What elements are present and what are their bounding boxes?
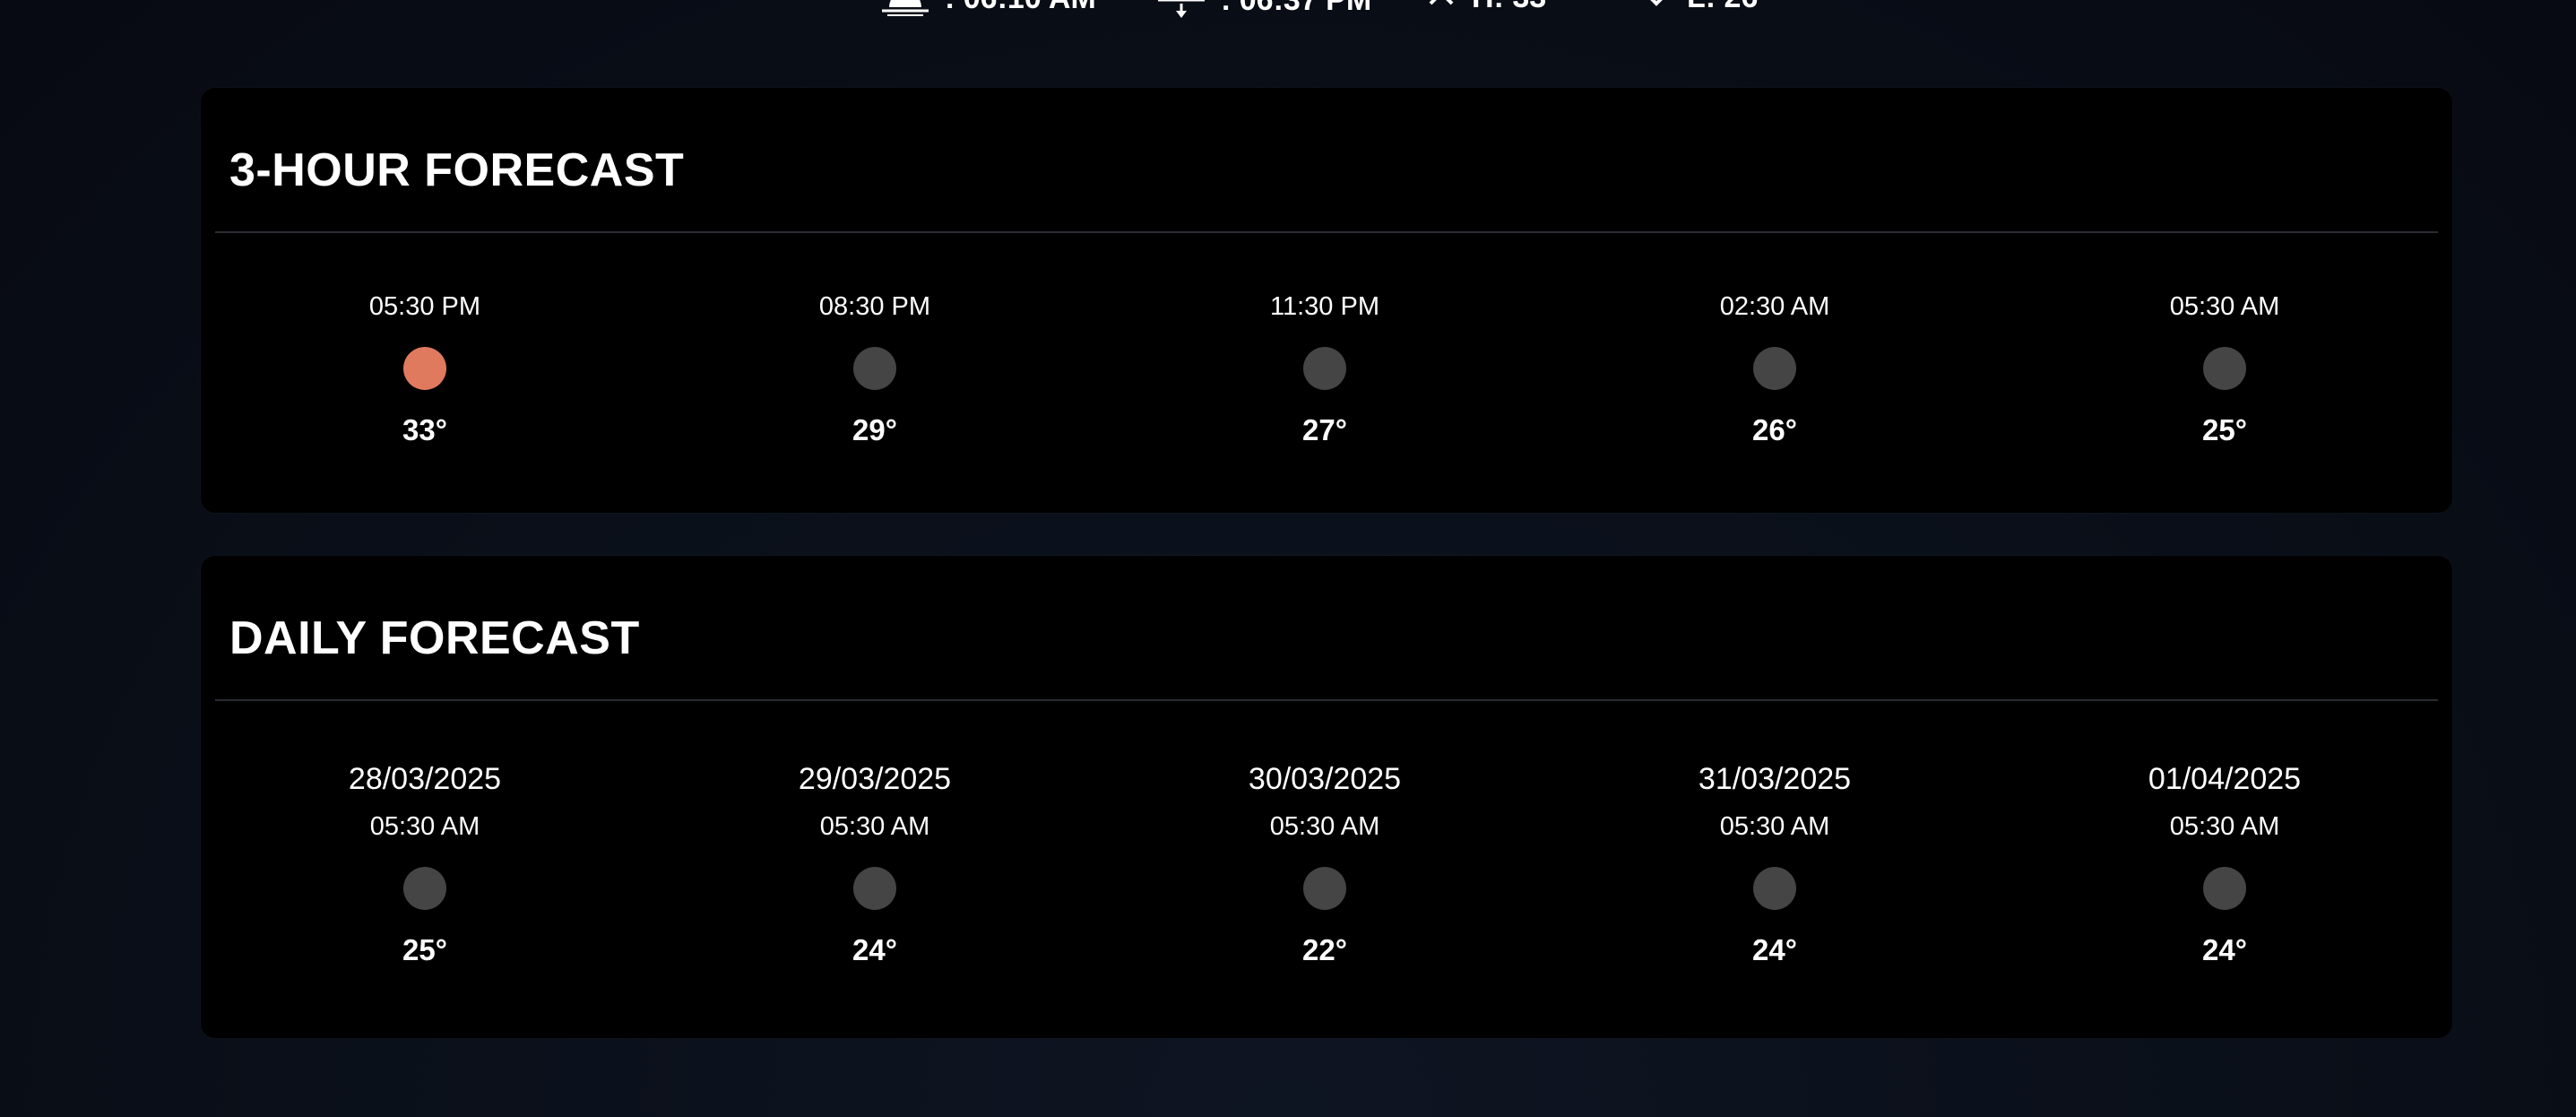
- forecast-temp: 25°: [2202, 413, 2247, 446]
- hourly-forecast-card: 3-HOUR FORECAST 05:30 PM 33° 08:30 PM 29…: [201, 88, 2452, 513]
- forecast-time: 05:30 PM: [368, 292, 481, 321]
- forecast-temp: 24°: [852, 933, 897, 966]
- forecast-date: 31/03/2025: [1698, 762, 1852, 796]
- forecast-date: 01/04/2025: [2148, 762, 2302, 796]
- hourly-forecast-item: 02:30 AM 26°: [1640, 292, 1909, 446]
- forecast-time: 02:30 AM: [1719, 292, 1830, 321]
- forecast-time: 05:30 AM: [1719, 812, 1830, 841]
- daily-forecast-item: 29/03/2025 05:30 AM 24°: [740, 764, 1009, 965]
- hourly-forecast-list: 05:30 PM 33° 08:30 PM 29° 11:30 PM 27° 0…: [201, 88, 2452, 513]
- high-temp: H: 33°: [1472, 0, 1559, 15]
- high-temp-info: H: 33°: [1425, 0, 1559, 15]
- forecast-time: 11:30 PM: [1270, 292, 1379, 321]
- forecast-temp: 24°: [1752, 933, 1797, 966]
- forecast-time: 05:30 AM: [369, 812, 480, 841]
- daily-forecast-item: 31/03/2025 05:30 AM 24°: [1640, 764, 1909, 965]
- arrow-up-icon: [1425, 0, 1457, 14]
- forecast-time: 05:30 AM: [2169, 812, 2280, 841]
- daily-forecast-item: 30/03/2025 05:30 AM 22°: [1190, 764, 1459, 965]
- weather-icon: [2203, 347, 2246, 390]
- sunrise-icon: [880, 0, 930, 16]
- forecast-temp: 24°: [2202, 933, 2247, 966]
- forecast-temp: 25°: [402, 933, 447, 966]
- hourly-forecast-item: 05:30 PM 33°: [290, 292, 559, 446]
- weather-icon: [853, 867, 896, 910]
- forecast-time: 08:30 PM: [818, 292, 931, 321]
- arrow-down-icon: [1640, 0, 1673, 14]
- forecast-date: 28/03/2025: [348, 762, 502, 796]
- hourly-forecast-item: 05:30 AM 25°: [2090, 292, 2359, 446]
- forecast-date: 30/03/2025: [1248, 762, 1402, 796]
- daily-forecast-card: DAILY FORECAST 28/03/2025 05:30 AM 25° 2…: [201, 556, 2452, 1038]
- low-temp: L: 26°: [1687, 0, 1770, 15]
- sun-icon: [403, 347, 446, 390]
- sunset-icon: [1156, 0, 1206, 20]
- daily-forecast-item: 01/04/2025 05:30 AM 24°: [2090, 764, 2359, 965]
- forecast-temp: 27°: [1302, 413, 1347, 446]
- weather-icon: [1303, 867, 1346, 910]
- forecast-temp: 26°: [1752, 413, 1797, 446]
- forecast-time: 05:30 AM: [819, 812, 930, 841]
- weather-icon: [1753, 347, 1796, 390]
- sunrise-time: : 06:10 AM: [945, 0, 1096, 16]
- sunset-time: : 06:37 PM: [1221, 0, 1371, 18]
- forecast-date: 29/03/2025: [798, 762, 952, 796]
- weather-summary-strip: : 06:10 AM : 06:37 PM H: 33° L: 26°: [0, 0, 2576, 18]
- forecast-time: 05:30 AM: [2169, 292, 2280, 321]
- weather-icon: [2203, 867, 2246, 910]
- sunrise-info: : 06:10 AM: [880, 0, 1096, 16]
- low-temp-info: L: 26°: [1640, 0, 1770, 15]
- forecast-temp: 22°: [1302, 933, 1347, 966]
- hourly-forecast-item: 11:30 PM 27°: [1190, 292, 1459, 446]
- forecast-temp: 33°: [402, 413, 447, 446]
- weather-icon: [1753, 867, 1796, 910]
- daily-forecast-list: 28/03/2025 05:30 AM 25° 29/03/2025 05:30…: [201, 556, 2452, 1038]
- daily-forecast-item: 28/03/2025 05:30 AM 25°: [290, 764, 559, 965]
- weather-icon: [1303, 347, 1346, 390]
- hourly-forecast-item: 08:30 PM 29°: [740, 292, 1009, 446]
- sunset-info: : 06:37 PM: [1156, 0, 1371, 20]
- weather-icon: [403, 867, 446, 910]
- forecast-temp: 29°: [852, 413, 897, 446]
- weather-icon: [853, 347, 896, 390]
- forecast-time: 05:30 AM: [1269, 812, 1380, 841]
